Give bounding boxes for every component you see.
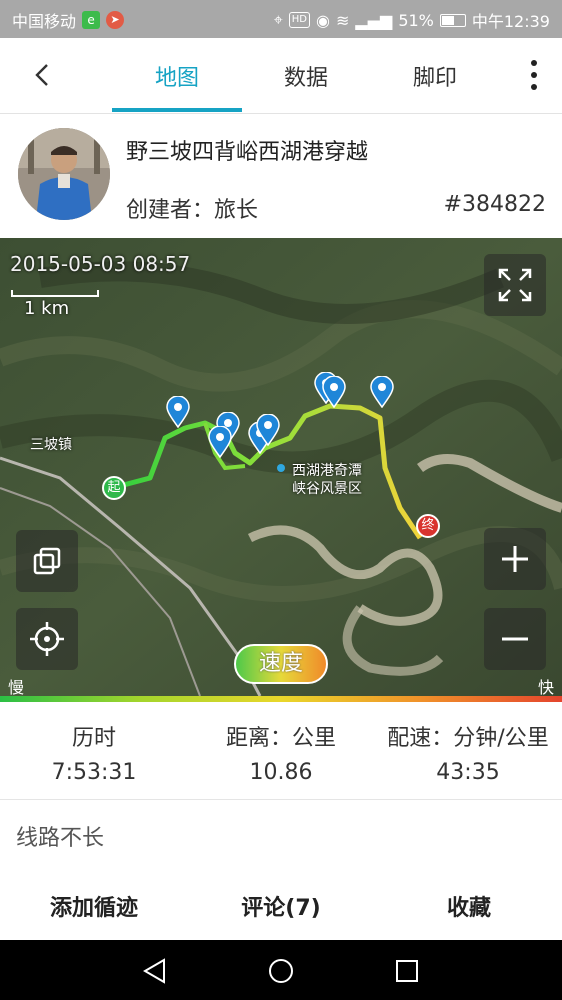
route-title: 野三坡四背峪西湖港穿越	[126, 140, 369, 165]
zoom-out-button[interactable]	[484, 608, 546, 670]
clock: 中午12:39	[471, 12, 550, 31]
fullscreen-button[interactable]	[484, 254, 546, 316]
fullscreen-icon	[498, 268, 532, 302]
hd-icon: HD	[288, 12, 311, 28]
tab-map[interactable]: 地图	[127, 60, 227, 92]
more-options-icon[interactable]	[528, 60, 540, 90]
home-circle-icon[interactable]	[268, 958, 294, 984]
stat-pace-label: 配速：分钟/公里	[387, 726, 549, 751]
start-marker[interactable]: 起	[102, 476, 126, 500]
end-marker[interactable]: 终	[416, 514, 440, 538]
waypoint-pin-icon[interactable]	[370, 376, 394, 408]
eye-icon: ◉	[316, 10, 330, 30]
favorite-button[interactable]: 收藏	[428, 890, 510, 922]
place-label-sanpo: 三坡镇	[30, 437, 72, 453]
stat-duration-label: 历时	[71, 726, 116, 751]
layers-button[interactable]	[16, 530, 78, 592]
route-description: 线路不长	[16, 826, 105, 851]
route-header: 野三坡四背峪西湖港穿越 创建者：旅长 #384822	[0, 114, 562, 238]
creator-label: 创建者：	[126, 198, 215, 223]
app-notification-icon: e	[82, 11, 101, 29]
location-app-icon: ➤	[106, 11, 125, 29]
signal-icon: ▂▄▆	[355, 10, 393, 30]
creator-name[interactable]: 旅长	[214, 198, 258, 223]
stat-distance: 距离：公里 10.86	[210, 720, 352, 785]
place-label-xihugang: 西湖港奇潭	[292, 463, 362, 479]
wifi-icon: ≋	[335, 10, 350, 30]
tab-data[interactable]: 数据	[256, 60, 356, 92]
stat-pace: 配速：分钟/公里 43:35	[374, 720, 562, 785]
copy-layers-icon	[33, 547, 61, 575]
battery-icon	[439, 13, 466, 27]
locate-button[interactable]	[16, 608, 78, 670]
map-timestamp: 2015-05-03 08:57	[10, 252, 191, 276]
battery-percent: 51%	[398, 10, 434, 30]
stat-distance-value: 10.86	[249, 760, 313, 785]
waypoint-pin-icon[interactable]	[166, 396, 190, 428]
stat-duration: 历时 7:53:31	[34, 720, 154, 785]
back-triangle-icon[interactable]	[142, 958, 168, 984]
add-track-button[interactable]: 添加循迹	[28, 890, 160, 922]
minus-icon	[502, 637, 528, 641]
action-bar: 添加循迹 评论(7) 收藏	[0, 876, 562, 940]
plus-icon	[502, 546, 528, 572]
stat-pace-value: 43:35	[436, 760, 500, 785]
stat-distance-label: 距离：公里	[225, 726, 336, 751]
speed-toggle-button[interactable]: 速度	[234, 644, 328, 684]
status-bar: 中国移动 e ➤ ⌖ HD ◉ ≋ ▂▄▆ 51% 中午12:39	[0, 0, 562, 38]
top-navigation: 地图 数据 脚印	[0, 38, 562, 114]
location-pin-icon: ⌖	[273, 10, 283, 29]
stat-duration-value: 7:53:31	[51, 760, 137, 785]
track-stats: 历时 7:53:31 距离：公里 10.86 配速：分钟/公里 43:35	[0, 702, 562, 800]
slow-label: 慢	[8, 678, 25, 696]
waypoint-pin-icon[interactable]	[322, 376, 346, 408]
crosshair-icon	[30, 622, 64, 656]
system-navigation-bar	[0, 940, 562, 1000]
satellite-map[interactable]: 2015-05-03 08:57 1 km 三坡镇 西湖港奇潭 峡谷风景区 起 …	[0, 238, 562, 696]
creator-info[interactable]: 创建者：旅长	[126, 192, 258, 224]
waypoint-pin-icon[interactable]	[256, 414, 280, 446]
place-label-scenic-area: 峡谷风景区	[292, 481, 362, 497]
fast-label: 快	[537, 678, 554, 696]
tab-footprints[interactable]: 脚印	[385, 60, 485, 92]
scale-label: 1 km	[24, 298, 70, 319]
comments-button[interactable]: 评论(7)	[226, 890, 336, 922]
zoom-in-button[interactable]	[484, 528, 546, 590]
map-terrain	[0, 238, 562, 696]
back-arrow-icon[interactable]	[28, 60, 58, 90]
active-tab-indicator	[112, 108, 242, 112]
carrier-label: 中国移动	[12, 12, 77, 31]
creator-avatar[interactable]	[18, 128, 110, 220]
recents-square-icon[interactable]	[394, 958, 420, 984]
track-id: #384822	[443, 192, 546, 217]
waypoint-pin-icon[interactable]	[208, 426, 232, 458]
